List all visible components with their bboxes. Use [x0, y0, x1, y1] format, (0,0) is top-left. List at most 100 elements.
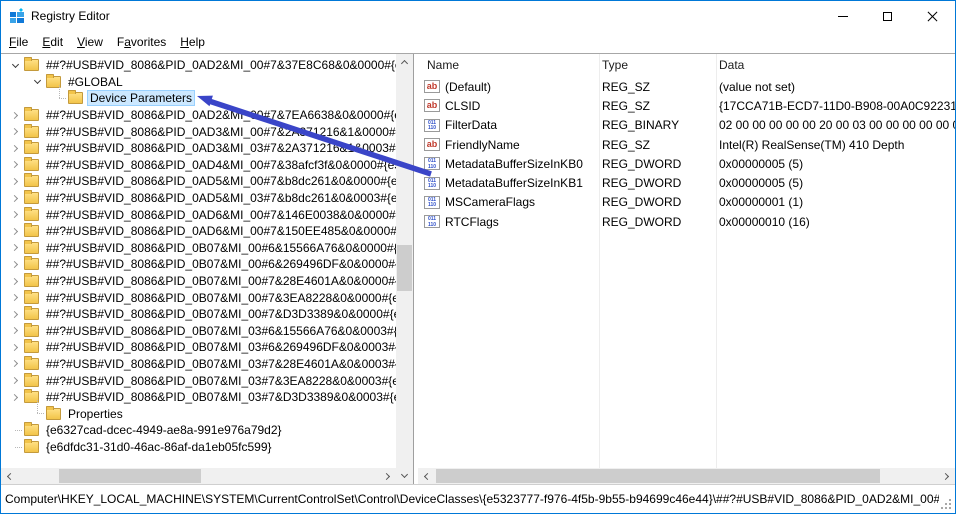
tree-item[interactable]: #GLOBAL: [1, 74, 396, 91]
tree-item[interactable]: ##?#USB#VID_8086&PID_0B07&MI_03#7&D3D338…: [1, 389, 396, 406]
menu-item-file[interactable]: File: [2, 32, 35, 52]
registry-value-row[interactable]: 011110MSCameraFlagsREG_DWORD0x00000001 (…: [418, 193, 955, 212]
tree-item-label[interactable]: ##?#USB#VID_8086&PID_0B07&MI_03#7&28E460…: [43, 356, 396, 372]
value-name-cell[interactable]: 011110MetadataBufferSizeInKB0: [418, 157, 599, 171]
tree-item-label[interactable]: ##?#USB#VID_8086&PID_0B07&MI_00#7&28E460…: [43, 273, 396, 289]
value-name-cell[interactable]: abFriendlyName: [418, 138, 599, 152]
scroll-right-button[interactable]: [938, 468, 955, 484]
tree-item[interactable]: ##?#USB#VID_8086&PID_0B07&MI_00#7&D3D338…: [1, 306, 396, 323]
tree-item-label[interactable]: Properties: [65, 406, 126, 422]
minimize-button[interactable]: [820, 1, 865, 31]
tree-item-label[interactable]: ##?#USB#VID_8086&PID_0AD2&MI_00#7&7EA663…: [43, 107, 396, 123]
scroll-left-button[interactable]: [1, 468, 18, 484]
tree-item-label[interactable]: ##?#USB#VID_8086&PID_0AD3&MI_03#7&2A3712…: [43, 140, 396, 156]
menu-item-favorites[interactable]: Favorites: [110, 32, 173, 52]
chevron-expanded-icon[interactable]: [7, 62, 24, 69]
horizontal-scroll-thumb[interactable]: [59, 469, 201, 483]
maximize-button[interactable]: [865, 1, 910, 31]
registry-value-row[interactable]: 011110MetadataBufferSizeInKB0REG_DWORD0x…: [418, 154, 955, 173]
chevron-collapsed-icon[interactable]: [7, 295, 24, 300]
tree-item-label[interactable]: ##?#USB#VID_8086&PID_0B07&MI_03#6&15566A…: [43, 323, 396, 339]
vertical-scroll-thumb[interactable]: [397, 245, 412, 291]
column-header-name[interactable]: Name: [418, 58, 599, 72]
tree-item[interactable]: ##?#USB#VID_8086&PID_0B07&MI_03#7&3EA822…: [1, 372, 396, 389]
chevron-expanded-icon[interactable]: [29, 78, 46, 85]
horizontal-scroll-thumb[interactable]: [436, 469, 880, 483]
scroll-down-button[interactable]: [396, 467, 413, 484]
tree-item[interactable]: ##?#USB#VID_8086&PID_0AD3&MI_00#7&2A3712…: [1, 123, 396, 140]
tree-item[interactable]: ##?#USB#VID_8086&PID_0B07&MI_03#7&28E460…: [1, 356, 396, 373]
value-name-cell[interactable]: 011110MSCameraFlags: [418, 195, 599, 209]
value-name-cell[interactable]: 011110FilterData: [418, 118, 599, 132]
tree-item-label[interactable]: #GLOBAL: [65, 74, 126, 90]
tree-item-label[interactable]: ##?#USB#VID_8086&PID_0AD2&MI_00#7&37E8C6…: [43, 57, 396, 73]
tree-item[interactable]: {e6327cad-dcec-4949-ae8a-991e976a79d2}: [1, 422, 396, 439]
close-button[interactable]: [910, 1, 955, 31]
tree-item-label[interactable]: ##?#USB#VID_8086&PID_0B07&MI_03#7&3EA822…: [43, 373, 396, 389]
chevron-collapsed-icon[interactable]: [7, 196, 24, 201]
chevron-collapsed-icon[interactable]: [7, 378, 24, 383]
tree-item[interactable]: ##?#USB#VID_8086&PID_0AD5&MI_00#7&b8dc26…: [1, 173, 396, 190]
scroll-up-button[interactable]: [396, 54, 413, 71]
chevron-collapsed-icon[interactable]: [7, 129, 24, 134]
tree-item[interactable]: ##?#USB#VID_8086&PID_0B07&MI_00#7&3EA822…: [1, 289, 396, 306]
value-name-cell[interactable]: 011110RTCFlags: [418, 215, 599, 229]
tree-item[interactable]: ##?#USB#VID_8086&PID_0B07&MI_03#6&269496…: [1, 339, 396, 356]
tree-item-label[interactable]: ##?#USB#VID_8086&PID_0B07&MI_03#6&269496…: [43, 339, 396, 355]
scroll-left-button[interactable]: [418, 468, 435, 484]
chevron-collapsed-icon[interactable]: [7, 162, 24, 167]
menu-item-view[interactable]: View: [70, 32, 110, 52]
chevron-collapsed-icon[interactable]: [7, 262, 24, 267]
chevron-collapsed-icon[interactable]: [7, 279, 24, 284]
chevron-collapsed-icon[interactable]: [7, 245, 24, 250]
tree-item-label[interactable]: ##?#USB#VID_8086&PID_0AD5&MI_03#7&b8dc26…: [43, 190, 396, 206]
tree-item[interactable]: ##?#USB#VID_8086&PID_0AD6&MI_00#7&146E00…: [1, 206, 396, 223]
tree-item[interactable]: Properties: [1, 405, 396, 422]
tree-item[interactable]: ##?#USB#VID_8086&PID_0AD3&MI_03#7&2A3712…: [1, 140, 396, 157]
tree-item[interactable]: ##?#USB#VID_8086&PID_0B07&MI_00#6&15566A…: [1, 240, 396, 257]
tree-item[interactable]: Device Parameters: [1, 90, 396, 107]
registry-value-row[interactable]: ab(Default)REG_SZ(value not set): [418, 77, 955, 96]
tree-item[interactable]: ##?#USB#VID_8086&PID_0AD2&MI_00#7&7EA663…: [1, 107, 396, 124]
tree-item[interactable]: {e6dfdc31-31d0-46ac-86af-da1eb05fc599}: [1, 439, 396, 456]
tree-item-label[interactable]: Device Parameters: [87, 90, 195, 106]
registry-value-row[interactable]: 011110FilterDataREG_BINARY02 00 00 00 00…: [418, 116, 955, 135]
tree-item-label[interactable]: ##?#USB#VID_8086&PID_0B07&MI_00#6&15566A…: [43, 240, 396, 256]
chevron-collapsed-icon[interactable]: [7, 212, 24, 217]
tree-item-label[interactable]: ##?#USB#VID_8086&PID_0AD6&MI_00#7&150EE4…: [43, 223, 396, 239]
registry-value-row[interactable]: abCLSIDREG_SZ{17CCA71B-ECD7-11D0-B908-00…: [418, 96, 955, 115]
chevron-collapsed-icon[interactable]: [7, 312, 24, 317]
column-header-data[interactable]: Data: [716, 58, 955, 72]
registry-value-row[interactable]: abFriendlyNameREG_SZIntel(R) RealSense(T…: [418, 135, 955, 154]
tree-item[interactable]: ##?#USB#VID_8086&PID_0AD4&MI_00#7&38afcf…: [1, 157, 396, 174]
chevron-collapsed-icon[interactable]: [7, 328, 24, 333]
chevron-collapsed-icon[interactable]: [7, 229, 24, 234]
tree-item-label[interactable]: ##?#USB#VID_8086&PID_0AD6&MI_00#7&146E00…: [43, 207, 396, 223]
chevron-collapsed-icon[interactable]: [7, 179, 24, 184]
value-name-cell[interactable]: abCLSID: [418, 99, 599, 113]
scroll-right-button[interactable]: [379, 468, 396, 484]
tree-horizontal-scrollbar[interactable]: [1, 468, 396, 484]
tree-item-label[interactable]: ##?#USB#VID_8086&PID_0AD4&MI_00#7&38afcf…: [43, 157, 396, 173]
tree-item-label[interactable]: ##?#USB#VID_8086&PID_0AD3&MI_00#7&2A3712…: [43, 124, 396, 140]
tree-item[interactable]: ##?#USB#VID_8086&PID_0AD5&MI_03#7&b8dc26…: [1, 190, 396, 207]
chevron-collapsed-icon[interactable]: [7, 146, 24, 151]
registry-value-row[interactable]: 011110RTCFlagsREG_DWORD0x00000010 (16): [418, 212, 955, 231]
value-name-cell[interactable]: 011110MetadataBufferSizeInKB1: [418, 176, 599, 190]
tree-item[interactable]: ##?#USB#VID_8086&PID_0B07&MI_03#6&15566A…: [1, 323, 396, 340]
tree-vertical-scrollbar[interactable]: [396, 54, 413, 484]
menu-item-help[interactable]: Help: [173, 32, 212, 52]
column-header-type[interactable]: Type: [599, 58, 716, 72]
tree-item-label[interactable]: {e6327cad-dcec-4949-ae8a-991e976a79d2}: [43, 422, 285, 438]
tree-item-label[interactable]: {e6dfdc31-31d0-46ac-86af-da1eb05fc599}: [43, 439, 275, 455]
chevron-collapsed-icon[interactable]: [7, 395, 24, 400]
tree-item[interactable]: ##?#USB#VID_8086&PID_0B07&MI_00#7&28E460…: [1, 273, 396, 290]
tree-item[interactable]: ##?#USB#VID_8086&PID_0AD2&MI_00#7&37E8C6…: [1, 57, 396, 74]
tree-item-label[interactable]: ##?#USB#VID_8086&PID_0B07&MI_03#7&D3D338…: [43, 389, 396, 405]
tree-item-label[interactable]: ##?#USB#VID_8086&PID_0B07&MI_00#6&269496…: [43, 256, 396, 272]
tree-item[interactable]: ##?#USB#VID_8086&PID_0AD6&MI_00#7&150EE4…: [1, 223, 396, 240]
chevron-collapsed-icon[interactable]: [7, 113, 24, 118]
chevron-collapsed-icon[interactable]: [7, 361, 24, 366]
tree-item-label[interactable]: ##?#USB#VID_8086&PID_0B07&MI_00#7&3EA822…: [43, 290, 396, 306]
resize-grip-icon[interactable]: [941, 499, 952, 510]
